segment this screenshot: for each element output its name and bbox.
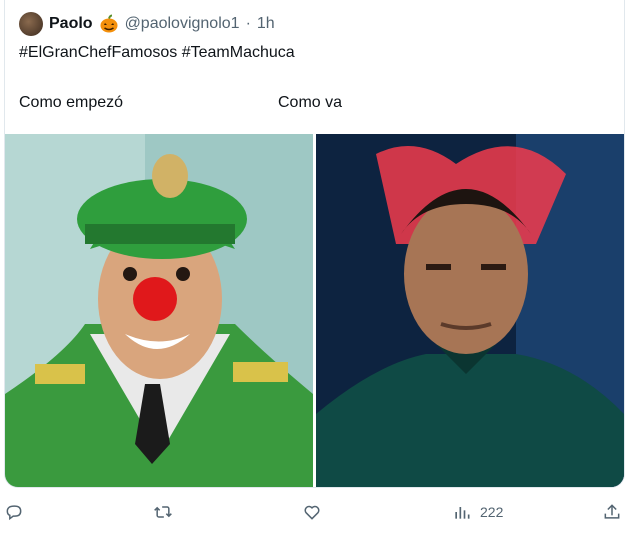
- photo-right[interactable]: [316, 134, 624, 487]
- share-icon: [604, 504, 620, 519]
- tweet-text: #ElGranChefFamosos #TeamMachuca: [19, 44, 295, 61]
- tweet-actions: 222: [0, 494, 640, 528]
- reply-button[interactable]: [4, 498, 24, 526]
- separator-dot: ·: [245, 15, 251, 32]
- caption-right: Como va: [278, 94, 343, 111]
- like-icon: [304, 505, 320, 520]
- author-handle[interactable]: @paolovignolo1: [125, 15, 240, 33]
- tweet-card[interactable]: Paolo @paolovignolo1 · 1h #ElGranChefFam…: [4, 0, 625, 488]
- retweet-icon: [154, 506, 172, 518]
- views-button[interactable]: 222: [452, 498, 503, 526]
- tweet-header: Paolo @paolovignolo1 · 1h: [19, 10, 275, 38]
- photo-left[interactable]: [5, 134, 313, 487]
- caption-left: Como empezó: [19, 94, 124, 111]
- avatar[interactable]: [19, 12, 43, 36]
- tweet-media[interactable]: [5, 134, 624, 487]
- views-icon: [455, 507, 470, 519]
- tweet-time[interactable]: 1h: [257, 15, 275, 33]
- author-name[interactable]: Paolo: [49, 15, 93, 33]
- retweet-button[interactable]: [153, 498, 173, 526]
- views-count: 222: [480, 504, 504, 520]
- pumpkin-emoji-icon: [100, 14, 118, 33]
- like-button[interactable]: [302, 498, 322, 526]
- share-button[interactable]: [602, 498, 622, 526]
- reply-icon: [6, 505, 22, 521]
